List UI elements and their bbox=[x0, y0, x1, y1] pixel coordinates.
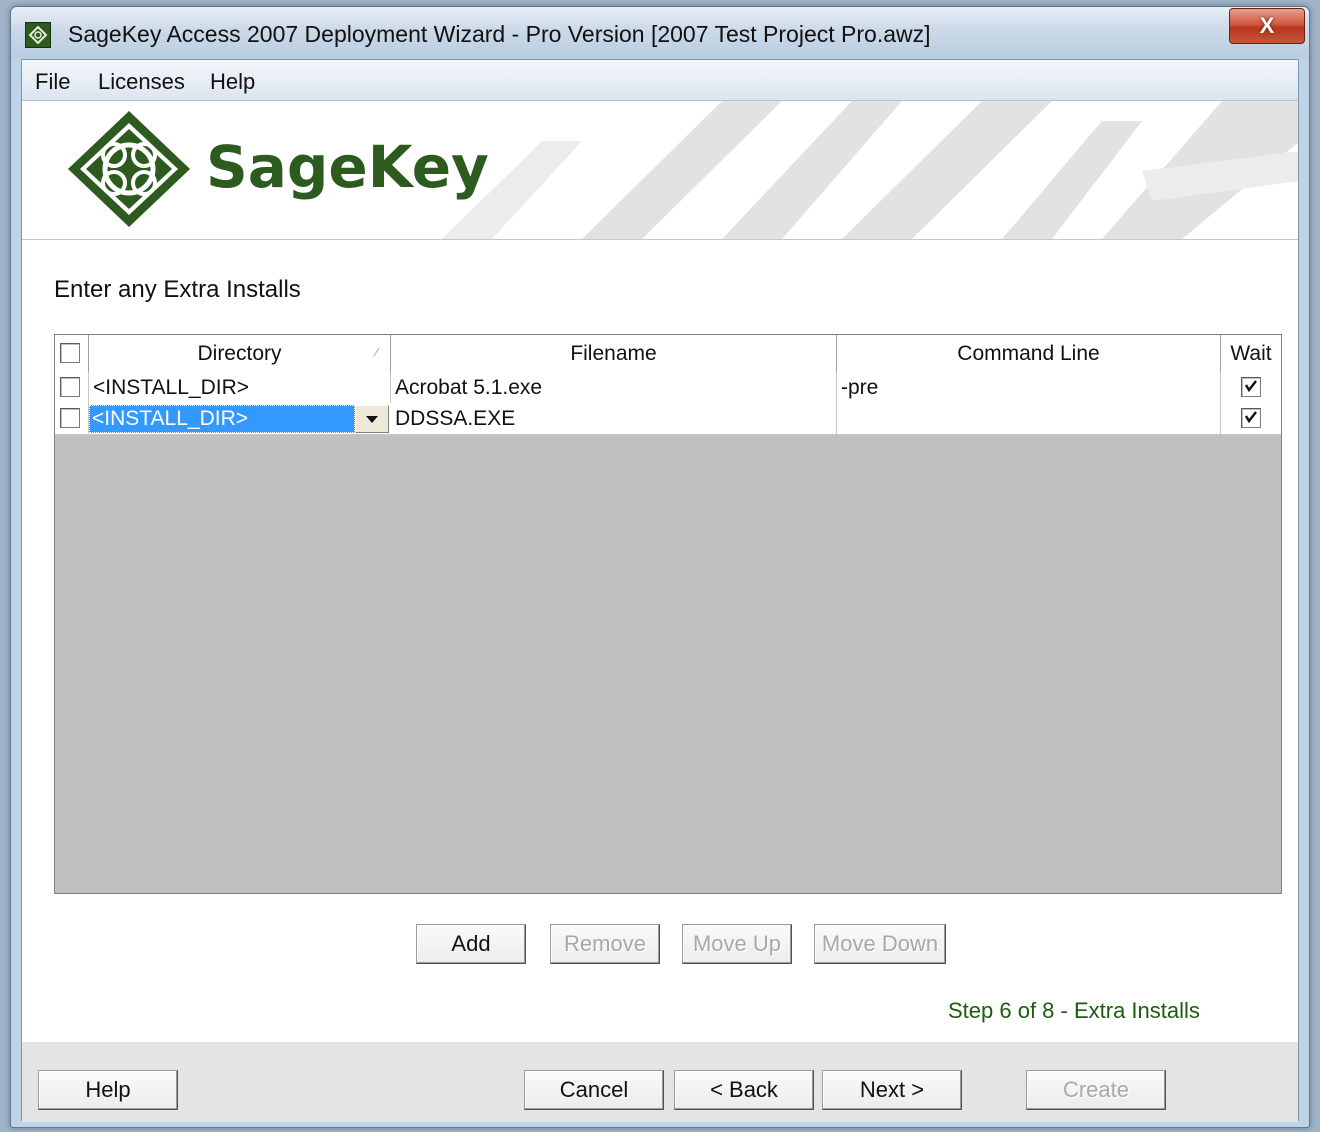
create-button[interactable]: Create bbox=[1026, 1070, 1166, 1110]
wizard-footer: Help Cancel < Back Next > Create bbox=[22, 1042, 1298, 1122]
cell-command-line[interactable]: -pre bbox=[837, 372, 1221, 403]
column-header-command-line[interactable]: Command Line bbox=[837, 335, 1221, 372]
checkmark-icon bbox=[1244, 380, 1257, 393]
row-select-cell bbox=[55, 403, 89, 434]
wait-checkbox[interactable] bbox=[1241, 408, 1261, 428]
wizard-window: SageKey Access 2007 Deployment Wizard - … bbox=[10, 6, 1310, 1128]
add-button[interactable]: Add bbox=[416, 924, 526, 964]
extra-installs-grid[interactable]: Directory ∕ Filename Command Line Wait <… bbox=[54, 334, 1282, 894]
window-title: SageKey Access 2007 Deployment Wizard - … bbox=[68, 21, 931, 47]
checkmark-icon bbox=[1244, 411, 1257, 424]
table-row[interactable]: <INSTALL_DIR> DDSSA.EXE bbox=[55, 403, 1281, 435]
app-icon[interactable] bbox=[25, 22, 51, 48]
cell-filename[interactable]: DDSSA.EXE bbox=[391, 403, 837, 434]
table-row[interactable]: <INSTALL_DIR> Acrobat 5.1.exe -pre bbox=[55, 372, 1281, 404]
row-checkbox[interactable] bbox=[60, 408, 80, 428]
cell-filename[interactable]: Acrobat 5.1.exe bbox=[391, 372, 837, 403]
menu-bar: File Licenses Help bbox=[22, 60, 1298, 101]
menu-licenses[interactable]: Licenses bbox=[98, 69, 185, 95]
help-button[interactable]: Help bbox=[38, 1070, 178, 1110]
wait-checkbox[interactable] bbox=[1241, 377, 1261, 397]
row-checkbox[interactable] bbox=[60, 377, 80, 397]
column-header-wait[interactable]: Wait bbox=[1221, 335, 1281, 372]
directory-dropdown-button[interactable] bbox=[355, 405, 389, 433]
client-area: File Licenses Help SageKey Enter any Ext… bbox=[21, 59, 1299, 1122]
logo-wordmark: SageKey bbox=[206, 133, 489, 201]
cell-directory-editor[interactable]: <INSTALL_DIR> bbox=[89, 405, 355, 433]
cell-wait bbox=[1221, 372, 1281, 403]
close-button[interactable]: X bbox=[1229, 8, 1305, 44]
row-select-cell bbox=[55, 372, 89, 403]
move-down-button[interactable]: Move Down bbox=[814, 924, 946, 964]
banner: SageKey bbox=[22, 101, 1298, 240]
menu-help[interactable]: Help bbox=[210, 69, 255, 95]
menu-file[interactable]: File bbox=[35, 69, 70, 95]
cancel-button[interactable]: Cancel bbox=[524, 1070, 664, 1110]
column-header-directory[interactable]: Directory ∕ bbox=[89, 335, 391, 372]
cell-wait bbox=[1221, 403, 1281, 434]
select-all-checkbox[interactable] bbox=[60, 343, 80, 363]
sort-indicator-icon: ∕ bbox=[375, 345, 378, 359]
next-button[interactable]: Next > bbox=[822, 1070, 962, 1110]
header-select-cell bbox=[55, 335, 89, 372]
close-icon: X bbox=[1259, 13, 1275, 38]
title-bar[interactable]: SageKey Access 2007 Deployment Wizard - … bbox=[11, 7, 1309, 59]
cell-command-line[interactable] bbox=[837, 403, 1221, 434]
remove-button[interactable]: Remove bbox=[550, 924, 660, 964]
move-up-button[interactable]: Move Up bbox=[682, 924, 792, 964]
cell-directory[interactable]: <INSTALL_DIR> bbox=[89, 372, 391, 403]
sagekey-logo-icon bbox=[68, 111, 190, 227]
grid-header: Directory ∕ Filename Command Line Wait bbox=[55, 335, 1281, 373]
back-button[interactable]: < Back bbox=[674, 1070, 814, 1110]
column-header-filename[interactable]: Filename bbox=[391, 335, 837, 372]
step-indicator: Step 6 of 8 - Extra Installs bbox=[948, 998, 1200, 1023]
dropdown-arrow-icon bbox=[366, 416, 378, 423]
page-heading: Enter any Extra Installs bbox=[54, 276, 301, 303]
